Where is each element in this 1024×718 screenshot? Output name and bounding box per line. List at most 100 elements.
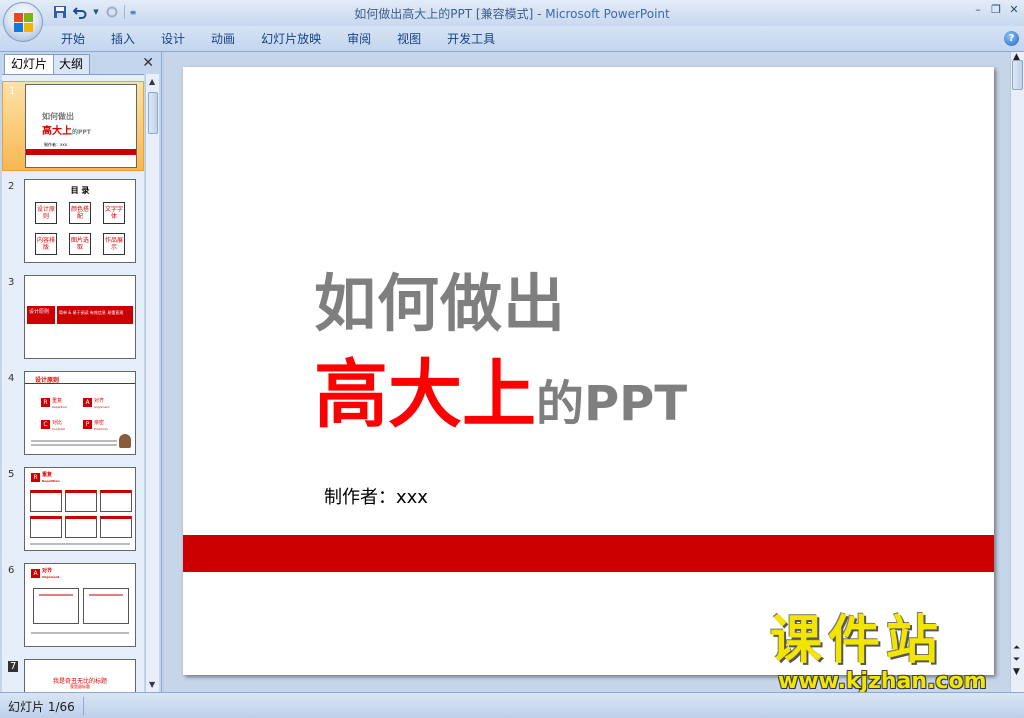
thumb-item-label: 亲密 Proximity [94,420,108,432]
tab-slideshow[interactable]: 幻灯片放映 [248,31,334,47]
scroll-up-icon[interactable]: ▲ [149,77,155,86]
thumb-letter-badge: R [41,398,50,407]
slide-editing-area: 如何做出 高大上的PPT 制作者：xxx [164,52,1010,692]
thumb-item-en: Alignment [42,575,60,579]
thumb-item-cn: 重复 [52,398,63,404]
slide-red-band [183,535,994,572]
thumb-item-label: 对齐 Alignment [42,568,59,580]
office-button[interactable] [3,2,43,42]
scroll-down-icon[interactable]: ▼ [149,680,155,689]
menu-tab-list: 开始 插入 设计 动画 幻灯片放映 审阅 视图 开发工具 [48,31,508,47]
thumbnail-slide-1[interactable]: 如何做出 高大上的PPT 制作者：xxx [25,84,137,168]
thumbnail-item[interactable]: 3 设计原则 简单 & 易于阅读 有效信息 易懂直观 [2,273,144,363]
thumbnail-slide-7[interactable]: 我是奇丑无比的标题 我是副标题 [24,659,136,692]
thumbnail-slide-5[interactable]: R 重复 Repetition [24,467,136,551]
thumbnail-item[interactable]: 2 目 录 设计原则 颜色搭配 文字字体 内容排版 图片选取 作品展示 [2,177,144,267]
thumb-item-en: Alignment [94,405,110,409]
title-separator: - [533,7,546,21]
next-slide-icon[interactable]: ⏷ [1013,656,1020,665]
thumbnail-slide-2[interactable]: 目 录 设计原则 颜色搭配 文字字体 内容排版 图片选取 作品展示 [24,179,136,263]
slide-title-gray: 的PPT [536,376,688,432]
slide-title-line1[interactable]: 如何做出 [314,253,566,343]
thumb-text-line [89,594,123,596]
thumbnail-number: 6 [8,565,15,576]
thumbnail-scrollbar[interactable]: ▲ ▼ [145,74,159,692]
slide-author[interactable]: 制作者：xxx [324,483,428,509]
thumb-toc-box: 作品展示 [103,233,125,255]
thumb-item-en: Repetition [52,405,68,409]
minimize-button[interactable]: – [972,3,984,16]
thumb-letter-badge: A [31,569,40,578]
thumb-card [30,516,62,538]
thumb-card [100,490,132,512]
thumb-text-line [31,440,117,442]
thumbnail-item[interactable]: 4 设计原则 R 重复 Repetition A 对齐 Alignment C 对比… [2,369,144,459]
thumb-item-label: 重复 Repetition [42,472,60,484]
scroll-thumb[interactable] [1012,60,1023,90]
thumb-letter-badge: C [41,420,50,429]
thumbnail-slide-4[interactable]: 设计原则 R 重复 Repetition A 对齐 Alignment C 对比 Co… [24,371,136,455]
thumbnail-item[interactable]: 1 如何做出 高大上的PPT 制作者：xxx [2,81,144,171]
tab-review[interactable]: 审阅 [334,31,384,47]
thumb-toc-box: 颜色搭配 [69,202,91,224]
slide-scrollbar[interactable]: ▲ ⏶ ⏷ ▼ [1010,52,1024,692]
thumbnail-item[interactable]: 7 我是奇丑无比的标题 我是副标题 [2,657,144,692]
office-logo-icon [14,13,34,33]
watermark-brand: 课件站 [770,611,945,671]
scroll-down-icon[interactable]: ▼ [1013,668,1020,677]
thumb-toc-box: 图片选取 [69,233,91,255]
thumb-item-en: Contrast [52,427,65,431]
thumb-text-line [30,543,130,545]
close-button[interactable]: ✕ [1008,3,1020,16]
help-icon[interactable]: ? [1004,31,1019,46]
tab-insert[interactable]: 插入 [98,31,148,47]
thumbnail-item[interactable]: 6 A 对齐 Alignment [2,561,144,651]
tab-animations[interactable]: 动画 [198,31,248,47]
thumb-title-line1: 如何做出 [42,112,74,121]
tab-slides[interactable]: 幻灯片 [4,54,55,74]
thumb-item-cn: 对齐 [94,398,105,404]
thumb-section-text: 简单 & 易于阅读 有效信息 易懂直观 [57,306,133,324]
tab-view[interactable]: 视图 [384,31,434,47]
scroll-thumb[interactable] [148,92,158,134]
thumb-letter-badge: P [83,420,92,429]
window-controls: – ❐ ✕ [972,3,1020,16]
thumb-author: 制作者：xxx [44,142,68,147]
thumbnail-number: 5 [8,469,15,480]
thumb-card [100,516,132,538]
thumb-character-image [119,434,131,448]
thumbnail-item[interactable]: 5 R 重复 Repetition [2,465,144,555]
thumb-title-red: 高大上 [42,126,72,137]
thumb-toc-box: 设计原则 [35,202,57,224]
current-slide[interactable]: 如何做出 高大上的PPT 制作者：xxx [183,67,994,675]
pane-close-icon[interactable]: ✕ [142,55,154,71]
thumbnail-number: 7 [8,661,19,672]
thumb-toc-title: 目 录 [70,186,90,195]
thumb-text-line [31,444,117,446]
window-title: 如何做出高大上的PPT [兼容模式] - Microsoft PowerPoin… [0,5,1024,22]
watermark-url: www.kjzhan.com [778,669,987,694]
thumbnail-slide-3[interactable]: 设计原则 简单 & 易于阅读 有效信息 易懂直观 [24,275,136,359]
pane-tabs: 幻灯片 大纲 ✕ [2,54,160,74]
status-bar: 幻灯片 1/66 [0,692,1024,718]
thumb-text-line [39,594,73,596]
thumb-toc-box: 内容排版 [35,233,57,255]
tab-home[interactable]: 开始 [48,31,98,47]
slides-pane: 幻灯片 大纲 ✕ 1 如何做出 高大上的PPT 制作者：xxx 2 目 录 设计… [0,52,162,692]
restore-button[interactable]: ❐ [990,3,1002,16]
slide-title-line2[interactable]: 高大上的PPT [314,335,687,442]
title-bar: ▼ ≡ 如何做出高大上的PPT [兼容模式] - Microsoft Power… [0,0,1024,42]
tab-outline[interactable]: 大纲 [52,54,91,74]
thumb-red-band [26,149,136,155]
thumb-item-en: Repetition [42,479,60,483]
thumb-text-line [31,632,129,634]
thumb-item-cn: 对齐 [42,568,53,574]
thumbnail-number: 1 [9,86,16,97]
thumb-item-label: 对比 Contrast [52,420,65,432]
previous-slide-icon[interactable]: ⏶ [1013,644,1020,653]
tab-design[interactable]: 设计 [148,31,198,47]
tab-developer[interactable]: 开发工具 [434,31,508,47]
thumb-card [65,516,97,538]
thumb-title-line2: 高大上的PPT [42,122,91,137]
thumbnail-slide-6[interactable]: A 对齐 Alignment [24,563,136,647]
